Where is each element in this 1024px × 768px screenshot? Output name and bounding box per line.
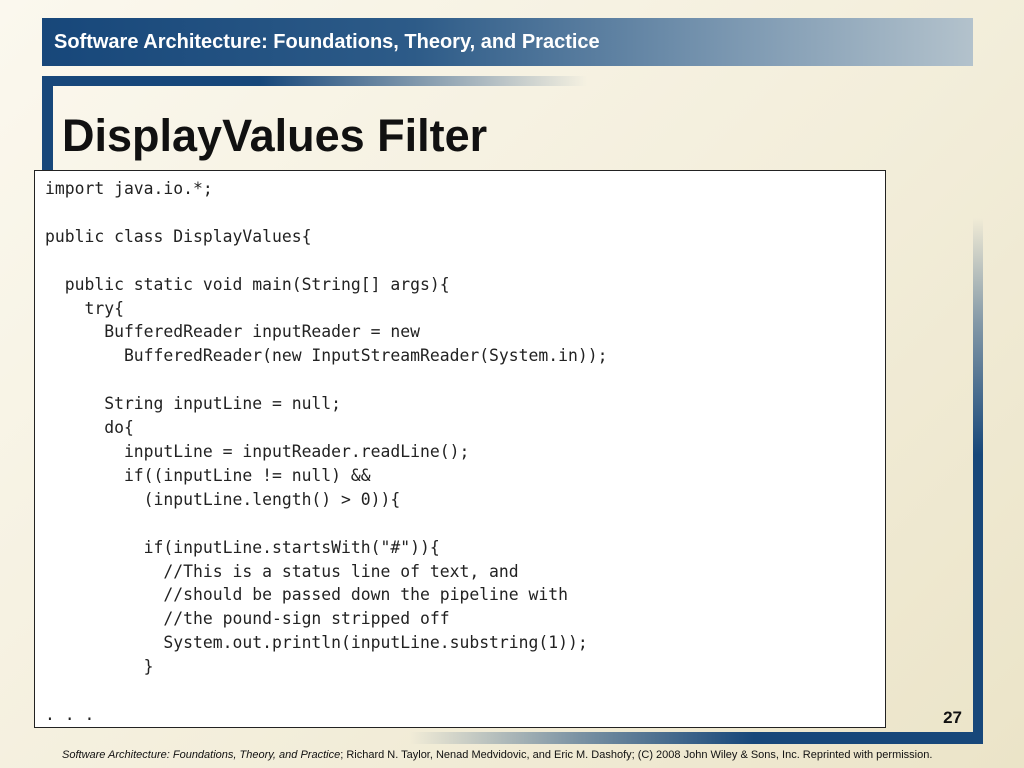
header-title: Software Architecture: Foundations, Theo… (54, 31, 600, 53)
decorative-left-bar (42, 76, 53, 174)
slide-title: DisplayValues Filter (62, 110, 488, 161)
code-listing: import java.io.*; public class DisplayVa… (45, 179, 608, 724)
footer-book-title: Software Architecture: Foundations, Theo… (62, 749, 341, 761)
page-number: 27 (943, 708, 962, 727)
code-box: import java.io.*; public class DisplayVa… (34, 170, 886, 728)
decorative-right-bar (973, 218, 983, 744)
decorative-bottom-strip (410, 732, 983, 744)
header-bar: Software Architecture: Foundations, Theo… (42, 18, 973, 66)
footer-citation: Software Architecture: Foundations, Theo… (62, 749, 932, 761)
decorative-top-strip (42, 76, 587, 86)
footer-credits: ; Richard N. Taylor, Nenad Medvidovic, a… (340, 749, 933, 761)
